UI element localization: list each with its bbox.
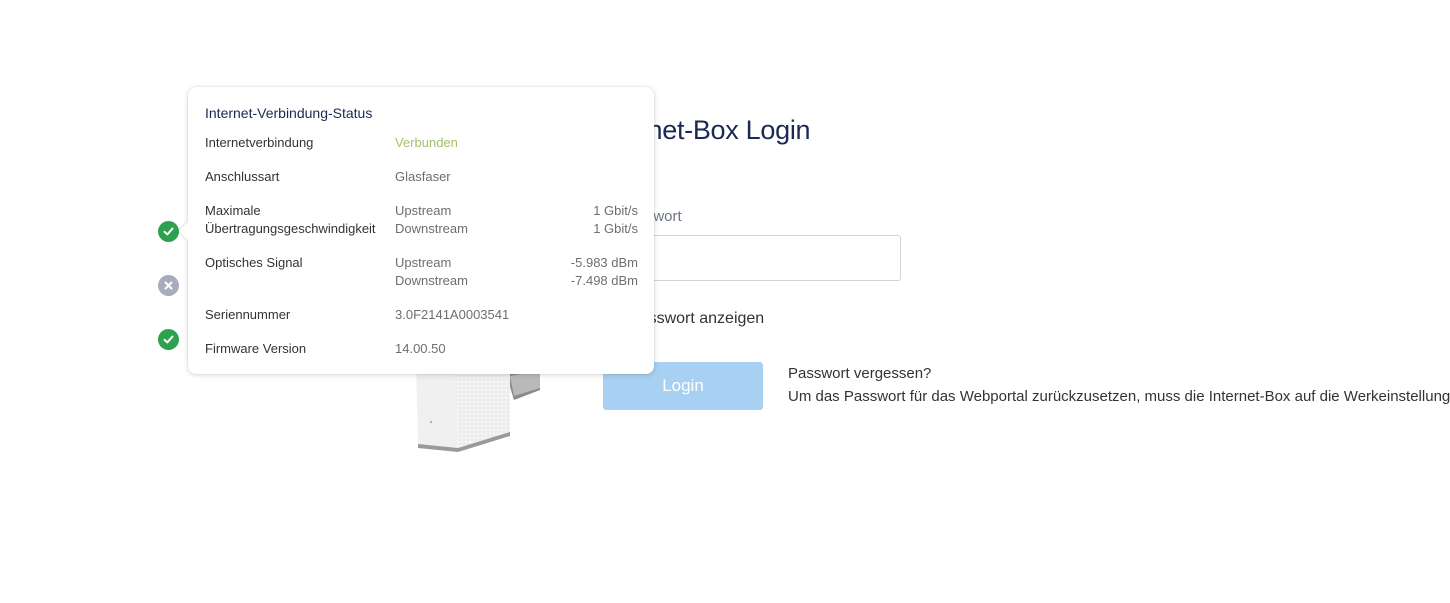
connection-status-popover: Internet-Verbindung-Status Internetverbi…	[178, 87, 654, 374]
type-label: Anschlussart	[205, 169, 280, 184]
optical-label: Optisches Signal	[205, 255, 303, 270]
connection-label: Internetverbindung	[205, 135, 314, 150]
serial-value: 3.0F2141A0003541	[395, 307, 510, 322]
status-x-icon[interactable]	[158, 275, 179, 296]
popover-arrow	[178, 222, 196, 240]
firmware-value: 14.00.50	[395, 341, 446, 356]
speed-down-label: Downstream	[395, 221, 468, 236]
forgot-password-title: Passwort vergessen?	[788, 365, 932, 382]
speed-up-value: 1 Gbit/s	[593, 203, 638, 218]
forgot-password-text: Um das Passwort für das Webportal zurück…	[788, 388, 1450, 405]
connection-value: Verbunden	[395, 135, 458, 150]
type-value: Glasfaser	[395, 169, 451, 184]
router-image	[414, 362, 554, 454]
speed-down-value: 1 Gbit/s	[593, 221, 638, 236]
firmware-label: Firmware Version	[205, 341, 307, 356]
status-check-icon[interactable]	[158, 329, 179, 350]
connection-status-check-icon[interactable]	[158, 221, 179, 242]
speed-label-line1: Maximale	[205, 203, 261, 218]
popover-title: Internet-Verbindung-Status	[205, 105, 373, 121]
speed-label-line2: Übertragungsgeschwindigkeit	[205, 221, 376, 236]
optical-up-label: Upstream	[395, 255, 452, 270]
speed-up-label: Upstream	[395, 203, 452, 218]
optical-down-label: Downstream	[395, 273, 468, 288]
optical-up-value: -5.983 dBm	[570, 255, 638, 270]
optical-down-value: -7.498 dBm	[570, 273, 638, 288]
serial-label: Seriennummer	[205, 307, 291, 322]
